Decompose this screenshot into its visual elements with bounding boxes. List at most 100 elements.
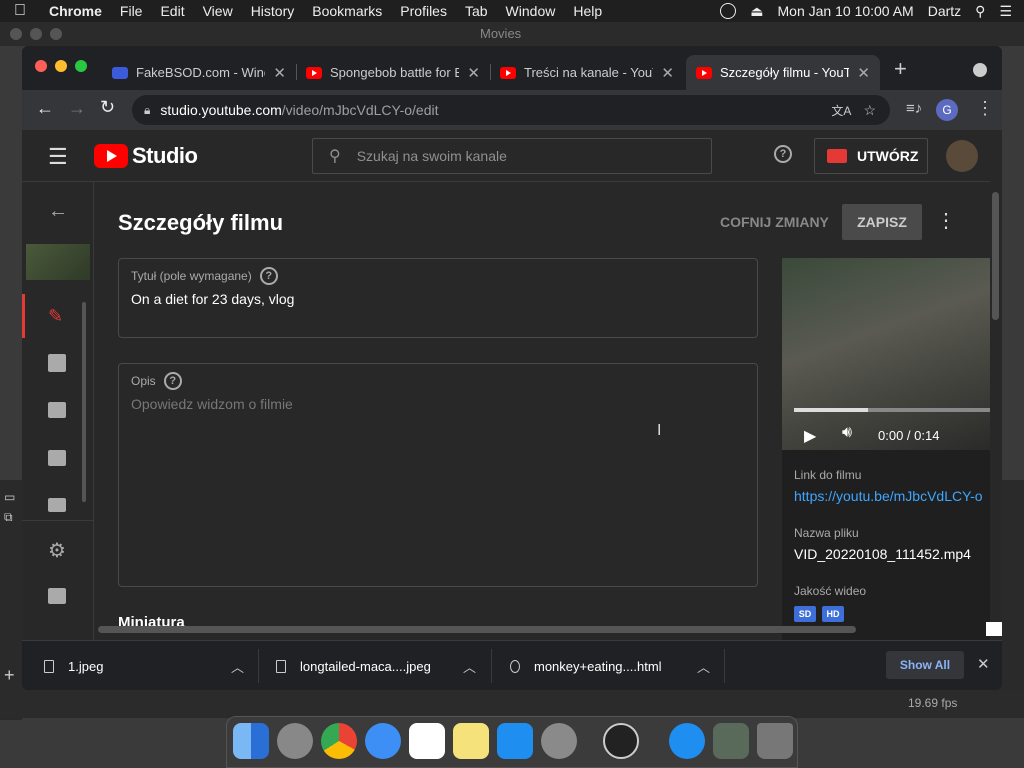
forward-arrow-icon[interactable]: → [68,98,86,119]
menu-window[interactable]: Window [497,3,565,19]
analytics-icon[interactable] [48,354,66,372]
feedback-icon[interactable] [48,588,66,604]
launchpad-rocket-icon[interactable] [277,723,313,759]
editor-clapper-icon[interactable] [48,402,66,418]
chrome-menu-icon[interactable]: ⋮ [976,98,994,119]
tab-close-icon[interactable]: ✕ [661,64,674,82]
page-scrollbar[interactable] [992,192,999,320]
download-item[interactable]: monkey+eating....html ︿ [510,641,710,690]
studio-logo[interactable]: Studio [94,143,198,169]
hd-badge: HD [822,606,844,622]
title-field-value[interactable]: On a diet for 23 days, vlog [131,291,294,307]
download-item[interactable]: 1.jpeg ︿ [44,641,244,690]
save-button[interactable]: ZAPISZ [842,204,922,240]
title-help-icon[interactable]: ? [259,267,278,285]
menu-help[interactable]: Help [564,3,611,19]
channel-search-input[interactable]: ⚲ Szukaj na swoim kanale [312,138,712,174]
background-window-right [1002,480,1024,690]
reload-icon[interactable]: ↻ [100,97,115,118]
menu-view[interactable]: View [194,3,242,19]
system-preferences-gear-icon[interactable] [541,723,577,759]
applications-folder-icon[interactable] [669,723,705,759]
tab-search-icon[interactable] [973,63,987,77]
trash-icon[interactable] [757,723,793,759]
tab-close-icon[interactable]: ✕ [273,64,286,82]
tab-label: Treści na kanale - YouTube [524,65,653,80]
menu-tab[interactable]: Tab [456,3,497,19]
app-store-icon[interactable] [497,723,533,759]
chevron-up-icon[interactable]: ︿ [463,657,476,676]
bg-close-dot[interactable] [10,28,22,40]
profile-avatar[interactable]: G [936,99,958,121]
menu-app-name[interactable]: Chrome [40,3,111,19]
horizontal-scrollbar[interactable] [98,626,856,633]
title-field[interactable]: Tytuł (pole wymagane) ? On a diet for 23… [118,258,758,338]
calendar-icon[interactable] [409,723,445,759]
bg-max-dot[interactable] [50,28,62,40]
description-field[interactable]: Opis ? Opowiedz widzom o filmie I [118,363,758,587]
finder-icon[interactable] [233,723,269,759]
spotlight-search-icon[interactable]: ⚲ [975,3,985,20]
menu-user[interactable]: Dartz [928,3,961,19]
subtitles-icon[interactable] [48,498,66,512]
tab-close-icon[interactable]: ✕ [857,64,870,82]
menu-bookmarks[interactable]: Bookmarks [303,3,391,19]
notes-icon[interactable] [453,723,489,759]
lock-icon[interactable]: 🔒︎ [144,103,150,118]
volume-icon[interactable]: 🔊︎ [842,424,852,442]
tab-channel-content[interactable]: Treści na kanale - YouTube ✕ [490,55,684,90]
chevron-up-icon[interactable]: ︿ [231,657,244,676]
back-arrow-icon[interactable]: ← [36,98,54,119]
menu-clock[interactable]: Mon Jan 10 10:00 AM [778,3,914,19]
show-all-downloads-button[interactable]: Show All [886,651,964,679]
create-button[interactable]: UTWÓRZ [814,138,928,174]
bg-min-dot[interactable] [30,28,42,40]
translate-icon[interactable]: 文A [831,102,851,119]
menu-file[interactable]: File [111,3,152,19]
chevron-up-icon[interactable]: ︿ [697,657,710,676]
download-filename: monkey+eating....html [534,658,662,674]
download-item[interactable]: longtailed-maca....jpeg ︿ [276,641,476,690]
video-player[interactable] [782,258,990,450]
tab-video-details[interactable]: Szczegóły filmu - YouTube ✕ [686,55,880,90]
menu-edit[interactable]: Edit [151,3,193,19]
back-to-content-icon[interactable]: ← [48,200,68,223]
obs-icon[interactable] [603,723,639,759]
window-maximize-button[interactable] [75,60,87,72]
downloads-bar: 1.jpeg ︿ longtailed-maca....jpeg ︿ monke… [22,640,1002,690]
address-bar[interactable]: 🔒︎ studio.youtube.com /video/mJbcVdLCY-o… [132,95,890,125]
more-options-icon[interactable]: ⋮ [936,208,956,233]
safari-compass-icon[interactable] [365,723,401,759]
sidebar-scrollbar[interactable] [82,302,86,502]
eject-icon[interactable]: ⏏ [750,3,763,20]
undo-changes-button[interactable]: COFNIJ ZMIANY [720,214,829,230]
settings-gear-icon[interactable]: ⚙ [48,538,66,563]
new-tab-button[interactable]: + [894,56,907,82]
media-control-icon[interactable]: ≡♪ [906,100,922,117]
chrome-icon[interactable] [321,723,357,759]
window-minimize-button[interactable] [55,60,67,72]
close-downloads-icon[interactable]: ✕ [977,655,990,673]
tab-fakebsod[interactable]: FakeBSOD.com - Windows ✕ [102,55,296,90]
comments-icon[interactable] [48,450,66,466]
video-link[interactable]: https://youtu.be/mJbcVdLCY-o [794,488,983,504]
tab-spongebob[interactable]: Spongebob battle for Bikini ✕ [296,55,490,90]
hamburger-menu-icon[interactable]: ☰ [48,144,68,170]
youtube-favicon-icon [696,66,712,79]
window-close-button[interactable] [35,60,47,72]
apple-menu-icon[interactable]:  [0,2,40,20]
tab-close-icon[interactable]: ✕ [467,64,480,82]
channel-avatar[interactable] [946,140,978,172]
edit-details-icon[interactable]: ✎ [48,306,63,327]
bookmark-star-icon[interactable]: ☆ [863,102,876,119]
description-placeholder[interactable]: Opowiedz widzom o filmie [131,396,293,412]
help-icon[interactable]: ? [774,145,792,163]
play-icon[interactable]: ▶ [804,426,816,446]
obs-status-icon[interactable] [720,3,737,19]
menu-profiles[interactable]: Profiles [391,3,456,19]
control-center-icon[interactable]: ☰ [999,3,1012,20]
menu-history[interactable]: History [242,3,304,19]
video-thumbnail[interactable] [26,244,90,280]
downloads-stack-icon[interactable] [713,723,749,759]
description-help-icon[interactable]: ? [163,372,182,390]
